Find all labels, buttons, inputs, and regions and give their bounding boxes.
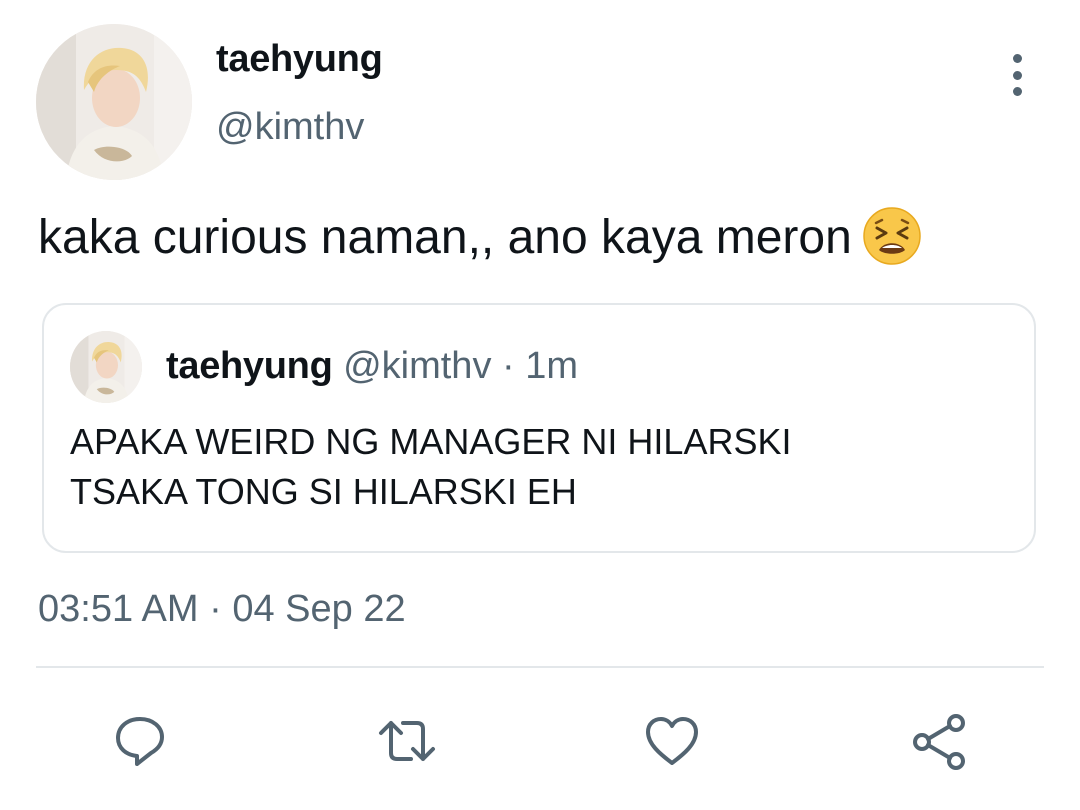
tweet-text: kaka curious naman,, ano kaya meron	[38, 206, 922, 270]
quoted-avatar-photo	[70, 331, 142, 403]
avatar[interactable]	[36, 24, 192, 180]
heart-icon	[646, 717, 698, 765]
retweet-icon	[379, 721, 435, 761]
reply-icon	[116, 717, 164, 766]
quoted-text-line-2: TSAKA TONG SI HILARSKI EH	[70, 471, 577, 512]
quoted-separator: ·	[491, 345, 526, 387]
quoted-age: 1m	[525, 345, 579, 387]
author-display-name[interactable]: taehyung	[216, 38, 383, 81]
tweet-timestamp[interactable]: 03:51 AM · 04 Sep 22	[38, 588, 406, 631]
avatar-photo	[36, 24, 192, 180]
quoted-display-name: taehyung	[166, 345, 333, 387]
quoted-tweet-header: taehyung @kimthv · 1m	[166, 345, 578, 388]
share-button[interactable]	[906, 708, 972, 774]
author-handle[interactable]: @kimthv	[216, 106, 364, 149]
retweet-button[interactable]	[374, 708, 440, 774]
quoted-tweet-card[interactable]: taehyung @kimthv · 1m APAKA WEIRD NG MAN…	[42, 303, 1036, 553]
quoted-text-line-1: APAKA WEIRD NG MANAGER NI HILARSKI	[70, 421, 792, 462]
like-button[interactable]	[639, 708, 705, 774]
share-icon	[913, 714, 965, 770]
quoted-tweet-text: APAKA WEIRD NG MANAGER NI HILARSKI TSAKA…	[70, 417, 1010, 517]
quoted-tweet-avatar	[70, 331, 142, 403]
reply-button[interactable]	[107, 708, 173, 774]
more-options-icon[interactable]	[996, 50, 1038, 100]
tweet-body: kaka curious naman,, ano kaya meron	[38, 211, 852, 264]
tired-face-emoji-icon	[862, 206, 922, 266]
quoted-handle: @kimthv	[343, 345, 492, 387]
divider	[36, 666, 1044, 668]
